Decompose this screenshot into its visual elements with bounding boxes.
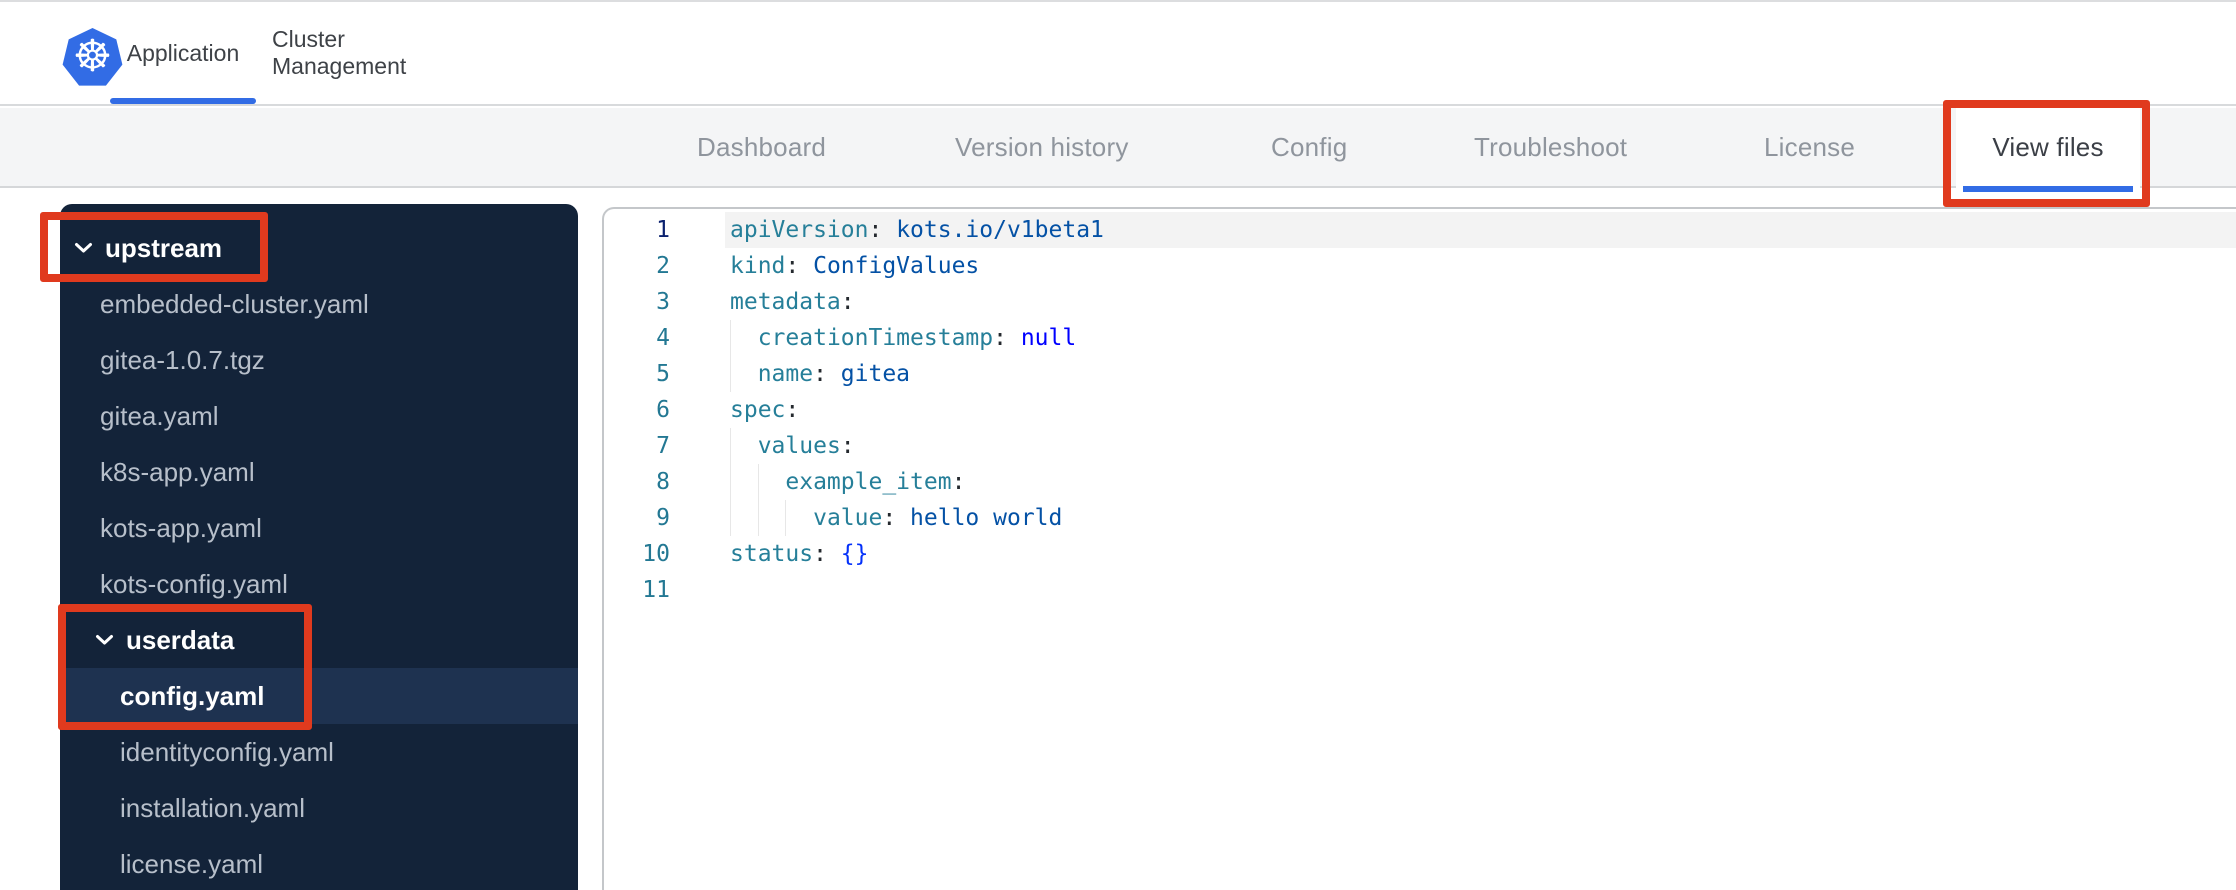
tab-license-label: License xyxy=(1764,131,1856,162)
indent-guide xyxy=(757,464,759,500)
tree-item-label: kots-app.yaml xyxy=(100,512,262,543)
file-viewer[interactable]: 1 apiVersion: kots.io/v1beta1 2 kind: Confi… xyxy=(602,207,2236,890)
file-kots-app.yaml[interactable]: kots-app.yaml xyxy=(60,500,578,556)
tab-version-history[interactable]: Version history xyxy=(955,108,1129,186)
active-tab-underline xyxy=(110,98,256,104)
tab-cluster-management[interactable]: Cluster Management xyxy=(272,2,468,104)
tab-troubleshoot[interactable]: Troubleshoot xyxy=(1474,108,1627,186)
line-number: 2 xyxy=(656,253,670,279)
tree-item-label: k8s-app.yaml xyxy=(100,456,255,487)
file-tree: upstream embedded-cluster.yaml gitea-1.0.7… xyxy=(60,204,578,890)
line-number: 4 xyxy=(656,325,670,351)
tree-item-label: embedded-cluster.yaml xyxy=(100,288,369,319)
tab-license[interactable]: License xyxy=(1764,108,1855,186)
tab-dashboard-label: Dashboard xyxy=(697,131,826,162)
line-number: 7 xyxy=(656,433,670,459)
indent-guide xyxy=(730,356,731,392)
tree-item-label: kots-config.yaml xyxy=(100,568,288,599)
code-line: 5 name: gitea xyxy=(604,356,2236,392)
indent-guide xyxy=(730,500,731,536)
code-lines: 1 apiVersion: kots.io/v1beta1 2 kind: Confi… xyxy=(604,212,2236,608)
line-number: 8 xyxy=(656,469,670,495)
annotation-box-userdata-config xyxy=(58,604,312,730)
line-number: 1 xyxy=(656,217,670,243)
annotation-box-view-files xyxy=(1943,100,2150,207)
line-number: 9 xyxy=(656,505,670,531)
file-installation.yaml[interactable]: installation.yaml xyxy=(60,780,578,836)
line-number: 3 xyxy=(656,289,670,315)
file-gitea.yaml[interactable]: gitea.yaml xyxy=(60,388,578,444)
app-subnav: Dashboard Version history Config Trouble… xyxy=(0,102,2236,192)
line-number: 11 xyxy=(642,577,670,603)
tab-application[interactable]: Application xyxy=(110,2,256,104)
file-embedded-cluster.yaml[interactable]: embedded-cluster.yaml xyxy=(60,276,578,332)
tree-item-label: gitea.yaml xyxy=(100,400,219,431)
tab-version-history-label: Version history xyxy=(955,131,1129,162)
file-license.yaml[interactable]: license.yaml xyxy=(60,836,578,890)
code-line: 7 values: xyxy=(604,428,2236,464)
file-k8s-app.yaml[interactable]: k8s-app.yaml xyxy=(60,444,578,500)
code-line: 4 creationTimestamp: null xyxy=(604,320,2236,356)
file-identityconfig.yaml[interactable]: identityconfig.yaml xyxy=(60,724,578,780)
kubernetes-helm-icon: ☸ xyxy=(72,31,113,82)
tab-cluster-management-label: Cluster Management xyxy=(272,26,407,79)
code-line: 11 xyxy=(604,572,2236,608)
code-line: 8 example_item: xyxy=(604,464,2236,500)
code-line: 9 value: hello world xyxy=(604,500,2236,536)
kots-admin-console: ☸ Application Cluster Management Dashboa… xyxy=(0,0,2236,890)
line-number: 6 xyxy=(656,397,670,423)
annotation-box-upstream xyxy=(40,212,268,282)
tree-item-label: installation.yaml xyxy=(120,792,305,823)
tree-item-label: identityconfig.yaml xyxy=(120,736,334,767)
indent-guide xyxy=(785,500,787,536)
tree-item-label: gitea-1.0.7.tgz xyxy=(100,344,265,375)
tab-dashboard[interactable]: Dashboard xyxy=(697,108,826,186)
tab-config[interactable]: Config xyxy=(1271,108,1347,186)
code-line: 1 apiVersion: kots.io/v1beta1 xyxy=(604,212,2236,248)
top-bar: ☸ Application Cluster Management xyxy=(0,2,2236,106)
tab-config-label: Config xyxy=(1271,131,1348,162)
code-line: 3 metadata: xyxy=(604,284,2236,320)
file-gitea-1.0.7.tgz[interactable]: gitea-1.0.7.tgz xyxy=(60,332,578,388)
code-line: 10 status: {} xyxy=(604,536,2236,572)
line-number: 10 xyxy=(642,541,670,567)
code-line: 6 spec: xyxy=(604,392,2236,428)
tree-item-label: license.yaml xyxy=(120,848,264,879)
indent-guide xyxy=(757,500,759,536)
line-number: 5 xyxy=(656,361,670,387)
tab-troubleshoot-label: Troubleshoot xyxy=(1474,131,1628,162)
indent-guide xyxy=(730,428,731,464)
tab-application-label: Application xyxy=(126,39,240,66)
indent-guide xyxy=(730,320,731,356)
indent-guide xyxy=(730,464,731,500)
code-line: 2 kind: ConfigValues xyxy=(604,248,2236,284)
